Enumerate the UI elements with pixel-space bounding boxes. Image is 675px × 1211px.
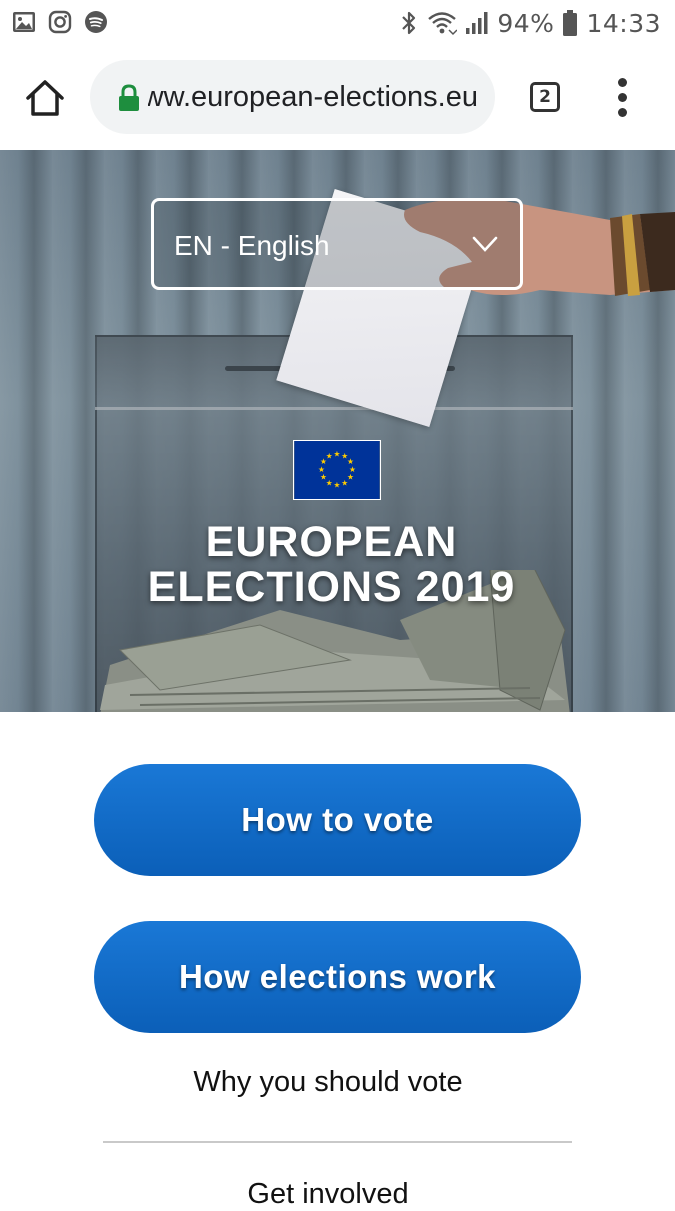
tab-count: 2 [539,87,551,107]
menu-divider [103,1141,572,1143]
signal-icon [466,12,488,34]
status-bar: 94% 14:33 [0,0,675,44]
browser-toolbar: www.european-elections.eu 2 [0,44,675,150]
svg-text:★: ★ [334,449,341,458]
hero-banner: EN - English ★ ★ ★ ★ ★ ★ ★ ★ ★ ★ ★ ★ EUROPEAN EL… [0,150,675,712]
address-bar[interactable]: www.european-elections.eu [90,60,495,134]
hero-title-line2: ELECTIONS 2019 [147,563,516,611]
notification-icons [12,10,108,34]
get-involved-link[interactable]: Get involved [0,1178,656,1211]
svg-text:★: ★ [318,465,325,474]
hero-title: EUROPEAN ELECTIONS 2019 [0,520,663,610]
chevron-down-icon [472,236,498,252]
eu-flag-icon: ★ ★★ ★★★ ★★★ ★★★ [293,440,381,500]
tab-switcher-button[interactable]: 2 [530,82,560,112]
system-indicators: 94% 14:33 [399,6,661,40]
instagram-icon [48,10,72,34]
svg-text:★: ★ [341,478,348,487]
url-text[interactable]: www.european-elections.eu [148,60,478,134]
why-you-should-vote-link[interactable]: Why you should vote [0,1066,656,1099]
overflow-menu-icon[interactable] [612,78,632,120]
home-icon[interactable] [24,78,66,118]
wifi-icon [428,12,458,36]
battery-level: 94% [497,8,555,38]
language-selected: EN - English [174,230,330,261]
svg-text:★: ★ [326,451,333,460]
bluetooth-icon [402,11,416,35]
svg-text:★: ★ [334,480,341,489]
how-elections-work-button[interactable]: How elections work [94,921,581,1033]
svg-text:★: ★ [320,473,327,482]
clock: 14:33 [586,8,661,38]
how-to-vote-button[interactable]: How to vote [94,764,581,876]
hero-title-line1: EUROPEAN [205,518,458,566]
spotify-icon [85,11,107,33]
battery-icon [563,10,578,36]
lock-icon [119,84,139,111]
language-selector[interactable]: EN - English [151,198,523,290]
gallery-icon [13,12,35,32]
